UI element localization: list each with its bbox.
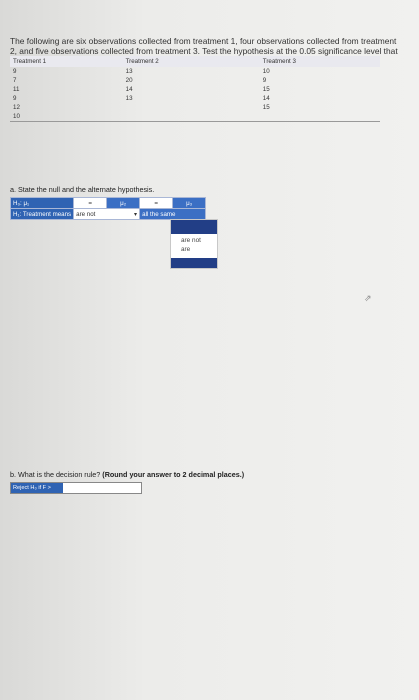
part-b-instruction: (Round your answer to 2 decimal places.) [102, 470, 245, 479]
table-cell: 20 [125, 77, 133, 84]
dropdown-highlight [171, 220, 217, 234]
h0-mu3: μ₃ [172, 197, 207, 209]
table-cell: 9 [13, 95, 17, 102]
table-row: 10 [10, 112, 380, 122]
table-cell: 14 [262, 95, 270, 102]
h0-label: H₀: μ₁ [9, 197, 75, 209]
table-cell [106, 103, 243, 112]
table-row: 12 15 [10, 103, 380, 112]
table-cell [243, 112, 380, 122]
table-cell: 15 [262, 86, 270, 93]
table-row: 11 14 15 [10, 85, 380, 94]
table-cell: 15 [262, 104, 270, 111]
dropdown-menu[interactable]: are not are [170, 219, 218, 269]
h1-tail: all the same [139, 208, 207, 220]
h0-mu2: μ₂ [106, 197, 141, 209]
table-header: Treatment 3 [242, 56, 380, 67]
alternate-hypothesis-row: H₁: Treatment means are not ▾ all the sa… [9, 208, 207, 220]
table-cell: 10 [13, 113, 20, 120]
table-cell: 12 [13, 104, 20, 111]
table-header-row: Treatment 1 Treatment 2 Treatment 3 [10, 56, 380, 67]
table-cell: 13 [125, 95, 133, 102]
table-row: 7 20 9 [10, 76, 380, 85]
chevron-down-icon: ▾ [134, 210, 138, 218]
input-tag: Reject H₀ if F > [11, 483, 63, 493]
table-header: Treatment 2 [105, 56, 243, 67]
table-cell [106, 112, 243, 122]
table-row: 9 13 14 [10, 94, 380, 103]
table-cell: 10 [262, 68, 270, 75]
observations-table: Treatment 1 Treatment 2 Treatment 3 9 13… [10, 56, 380, 122]
dropdown-option[interactable]: are not [181, 237, 201, 244]
table-cell: 13 [125, 68, 133, 75]
table-cell: 9 [262, 77, 267, 84]
h0-operator: = [73, 197, 108, 209]
dropdown-footer [171, 258, 217, 268]
table-cell: 14 [125, 86, 133, 93]
decision-rule-input[interactable]: Reject H₀ if F > [10, 482, 142, 494]
table-row: 9 13 10 [10, 67, 380, 76]
table-header: Treatment 1 [10, 56, 106, 67]
dropdown-option[interactable]: are [181, 246, 190, 253]
hypothesis-table: H₀: μ₁ = μ₂ = μ₃ H₁: Treatment means are… [9, 197, 207, 220]
table-cell: 7 [13, 77, 17, 84]
table-cell: 9 [13, 68, 17, 75]
table-divider [10, 121, 380, 122]
h1-select[interactable]: are not ▾ [73, 208, 141, 220]
h0-operator: = [139, 197, 174, 209]
part-b-prompt: b. What is the decision rule? (Round you… [10, 470, 244, 479]
h1-label: H₁: Treatment means [9, 208, 75, 220]
part-b-text: b. What is the decision rule? [10, 470, 101, 479]
part-a-prompt: a. State the null and the alternate hypo… [10, 185, 155, 194]
h1-select-value: are not [76, 210, 96, 218]
cursor-icon: ⇗ [364, 293, 372, 303]
null-hypothesis-row: H₀: μ₁ = μ₂ = μ₃ [9, 197, 207, 209]
table-cell: 11 [13, 86, 20, 93]
